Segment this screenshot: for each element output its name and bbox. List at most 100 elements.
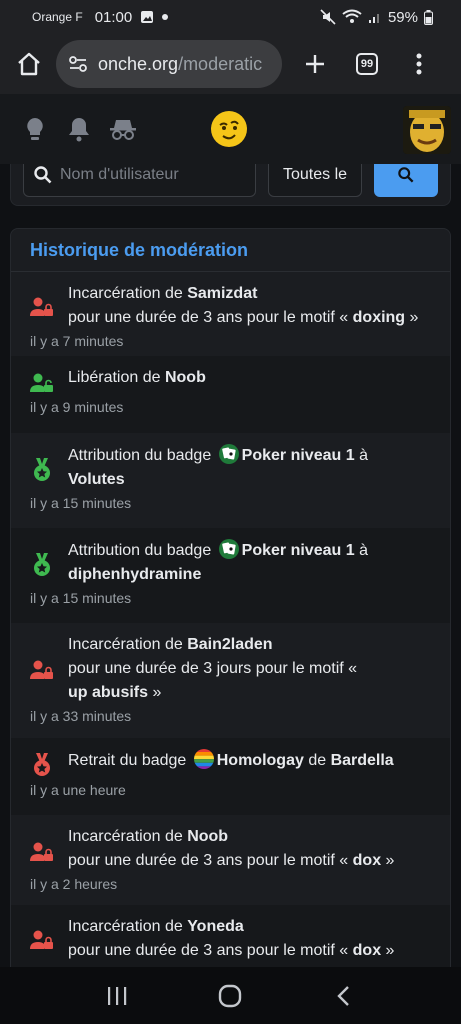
site-settings-icon[interactable] — [68, 54, 88, 74]
incognito-button[interactable] — [108, 114, 138, 144]
lightbulb-button[interactable] — [20, 114, 50, 144]
entry-text: Libération de — [68, 369, 165, 386]
entry-user[interactable]: Volutes — [68, 471, 125, 488]
battery-icon — [424, 9, 433, 25]
entry-text: à — [354, 447, 368, 464]
site-logo[interactable] — [210, 110, 248, 148]
back-button[interactable] — [324, 976, 364, 1016]
status-bar: Orange F 01:00 59% — [0, 0, 461, 34]
entry-text: Incarcération de — [68, 828, 188, 845]
history-entry: Incarcération de Samizdat pour une durée… — [11, 272, 450, 356]
history-entry: Incarcération de Noob pour une durée de … — [11, 815, 450, 905]
entry-reason: up abusifs — [68, 684, 149, 701]
recent-apps-button[interactable] — [97, 976, 137, 1016]
new-tab-button[interactable] — [296, 45, 334, 83]
badge-name: Poker niveau 1 — [241, 542, 355, 559]
home-nav-button[interactable] — [210, 976, 250, 1016]
history-title: Historique de modération — [11, 229, 450, 272]
entry-text: pour une durée de 3 jours pour le motif … — [68, 660, 358, 677]
site-header — [0, 94, 461, 164]
history-entry: Incarcération de Yoneda pour une durée d… — [11, 905, 450, 967]
browser-toolbar: onche.org/moderatic 99 — [0, 34, 461, 94]
entry-text: pour une durée de 3 ans pour le motif « — [68, 309, 353, 326]
url-text: onche.org/moderatic — [98, 54, 262, 75]
entry-text: Incarcération de — [68, 285, 188, 302]
user-lock-icon — [29, 927, 55, 953]
entry-reason: doxing — [352, 309, 406, 326]
search-card: Nom d'utilisateur Toutes le — [10, 164, 451, 206]
medal-icon — [29, 752, 55, 778]
search-button[interactable] — [374, 164, 438, 197]
entry-text: Incarcération de — [68, 636, 188, 653]
history-entry: Retrait du badge Homologay de Bardella i… — [11, 738, 450, 815]
entry-text: Attribution du badge — [68, 447, 216, 464]
history-entry: Attribution du badge Poker niveau 1 à Vo… — [11, 433, 450, 528]
entry-time: il y a 7 minutes — [30, 333, 124, 349]
username-search-input[interactable]: Nom d'utilisateur — [23, 164, 256, 197]
search-placeholder: Nom d'utilisateur — [60, 166, 179, 183]
incognito-icon — [110, 120, 136, 140]
medal-icon — [29, 457, 55, 483]
history-entry: Attribution du badge Poker niveau 1 à di… — [11, 528, 450, 623]
entry-time: il y a une heure — [30, 782, 126, 798]
lightbulb-icon — [27, 118, 43, 140]
signal-icon — [368, 14, 379, 23]
entry-text: » — [381, 942, 395, 959]
notifications-button[interactable] — [64, 114, 94, 144]
moderation-history: Historique de modération Incarcération d… — [10, 228, 451, 967]
entry-user[interactable]: Noob — [165, 369, 206, 386]
entry-text: pour une durée de 3 ans pour le motif « — [68, 852, 353, 869]
gallery-icon — [141, 11, 154, 23]
entry-text: » — [148, 684, 162, 701]
bell-icon — [69, 118, 89, 142]
entry-user[interactable]: Bain2laden — [187, 636, 272, 653]
entry-reason: dox — [352, 852, 382, 869]
user-lock-icon — [29, 294, 55, 320]
rainbow-badge-icon — [193, 749, 214, 769]
entry-text: à — [354, 542, 368, 559]
entry-text: Attribution du badge — [68, 542, 216, 559]
tabs-button[interactable]: 99 — [348, 45, 386, 83]
entry-time: il y a 15 minutes — [30, 495, 132, 511]
entry-time: il y a 9 minutes — [30, 399, 124, 415]
home-button[interactable] — [10, 45, 48, 83]
history-entry: Libération de Noob il y a 9 minutes — [11, 356, 450, 433]
user-lock-icon — [29, 370, 55, 396]
entry-time: il y a 2 heures — [30, 876, 118, 892]
home-circle-icon — [219, 984, 242, 1007]
medal-icon — [29, 552, 55, 578]
avatar-image-icon — [403, 106, 451, 154]
battery-level: 59% — [387, 8, 418, 26]
entry-user[interactable]: diphenhydramine — [68, 566, 201, 583]
entry-user[interactable]: Bardella — [331, 752, 394, 769]
back-chevron-icon — [337, 985, 349, 1006]
carrier-label: Orange F — [32, 10, 83, 24]
badge-name: Poker niveau 1 — [241, 447, 355, 464]
entry-text: de — [303, 752, 331, 769]
user-lock-icon — [29, 839, 55, 865]
entry-time: il y a 33 minutes — [30, 708, 132, 724]
system-nav-bar — [0, 967, 461, 1024]
url-path: /moderatic — [178, 53, 263, 74]
entry-user[interactable]: Noob — [187, 828, 228, 845]
address-bar[interactable]: onche.org/moderatic — [56, 40, 282, 88]
entry-user[interactable]: Yoneda — [187, 918, 244, 935]
poker-badge-icon — [218, 539, 239, 559]
menu-button[interactable] — [400, 45, 438, 83]
badge-name: Homologay — [216, 752, 304, 769]
filter-select[interactable]: Toutes le — [268, 164, 362, 197]
entry-text: Incarcération de — [68, 918, 188, 935]
entry-text: » — [405, 309, 419, 326]
home-icon — [18, 52, 40, 76]
more-icon — [416, 53, 422, 75]
plus-icon — [306, 55, 324, 73]
user-avatar[interactable] — [403, 106, 451, 154]
clock: 01:00 — [94, 8, 133, 26]
entry-user[interactable]: Samizdat — [187, 285, 257, 302]
page-content: Nom d'utilisateur Toutes le Historique d… — [0, 164, 461, 967]
entry-text: pour une durée de 3 ans pour le motif « — [68, 942, 353, 959]
search-icon — [398, 167, 414, 183]
history-entry: Incarcération de Bain2laden pour une dur… — [11, 623, 450, 738]
poker-badge-icon — [218, 444, 239, 464]
entry-reason: dox — [352, 942, 382, 959]
